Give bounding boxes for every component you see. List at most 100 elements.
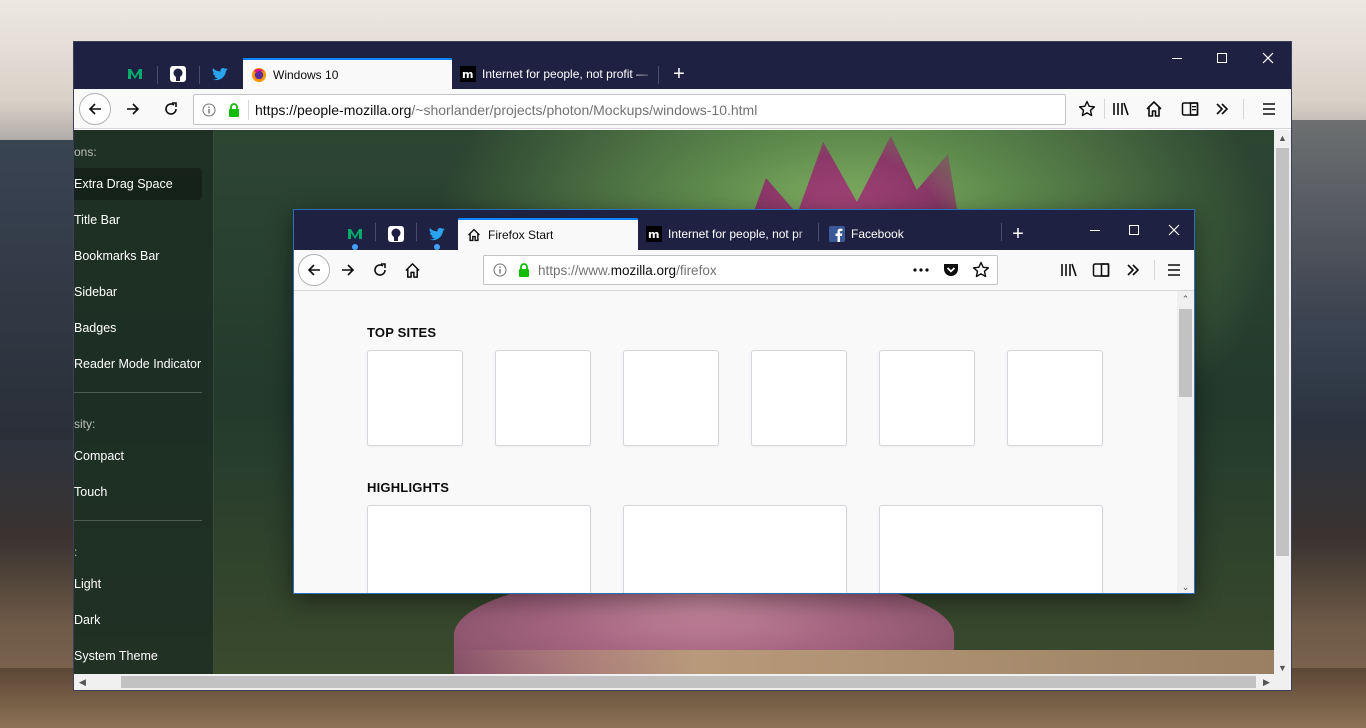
close-icon xyxy=(1168,224,1180,236)
theme-system[interactable]: System Theme xyxy=(74,640,202,672)
top-site-tile[interactable] xyxy=(623,350,719,446)
horizontal-scrollbar[interactable]: ◀ ▶ xyxy=(74,674,1291,690)
hamburger-menu-icon xyxy=(1263,103,1275,115)
options-heading: ons: xyxy=(74,145,97,159)
option-reader-mode-indicator[interactable]: Reader Mode Indicator xyxy=(74,348,202,380)
star-icon[interactable] xyxy=(972,261,990,282)
close-button[interactable] xyxy=(1245,42,1291,74)
tab-windows-10[interactable]: Windows 10 xyxy=(243,58,452,90)
medium-icon xyxy=(128,69,142,79)
vertical-scrollbar[interactable]: ▲ ▼ xyxy=(1274,130,1291,676)
scroll-up-icon[interactable]: ⌃ xyxy=(1177,291,1194,307)
scroll-right-icon[interactable]: ▶ xyxy=(1258,674,1275,690)
github-icon xyxy=(170,66,186,82)
highlight-card[interactable] xyxy=(623,505,847,593)
mockup-close-button[interactable] xyxy=(1151,214,1194,246)
mockup-back-button[interactable] xyxy=(298,254,330,286)
mozilla-icon: m xyxy=(646,226,662,242)
tab-strip: Windows 10 m Internet for people, not pr… xyxy=(74,42,1291,90)
mockup-forward-button[interactable] xyxy=(332,254,364,286)
home-icon xyxy=(404,262,420,278)
reload-button[interactable] xyxy=(155,93,187,125)
mockup-overflow-button[interactable] xyxy=(1117,254,1149,286)
sidebar-toggle-button[interactable] xyxy=(1174,93,1206,125)
maximize-button[interactable] xyxy=(1199,42,1245,74)
scrollbar-thumb[interactable] xyxy=(1276,148,1289,556)
option-title-bar[interactable]: Title Bar xyxy=(74,204,202,236)
mockup-library-button[interactable] xyxy=(1053,254,1085,286)
theme-dark[interactable]: Dark xyxy=(74,604,202,636)
pinned-tab-github[interactable] xyxy=(159,58,197,90)
back-arrow-icon xyxy=(307,264,320,276)
scroll-left-icon[interactable]: ◀ xyxy=(74,674,91,690)
tab-title: Firefox Start xyxy=(488,228,554,242)
scrollbar-thumb[interactable] xyxy=(121,676,1256,688)
maximize-icon xyxy=(1217,53,1227,63)
page-actions-icon[interactable] xyxy=(912,262,930,281)
option-badges[interactable]: Badges xyxy=(74,312,202,344)
url-bar[interactable]: https://people-mozilla.org/~shorlander/p… xyxy=(193,94,1066,125)
twitter-icon xyxy=(212,67,228,80)
menu-button[interactable] xyxy=(1253,93,1285,125)
tab-mozilla[interactable]: m Internet for people, not profit — xyxy=(452,58,658,90)
scrollbar-thumb[interactable] xyxy=(1179,309,1192,397)
mockup-url-bar[interactable]: https://www.mozilla.org/firefox xyxy=(483,255,998,285)
overflow-button[interactable] xyxy=(1206,93,1238,125)
pinned-tab-twitter[interactable] xyxy=(201,58,239,90)
new-tab-button[interactable]: + xyxy=(661,58,697,90)
bookmark-star-button[interactable] xyxy=(1071,93,1103,125)
mockup-sidebar-toggle-button[interactable] xyxy=(1085,254,1117,286)
top-sites-heading: TOP SITES xyxy=(367,325,437,340)
info-icon[interactable] xyxy=(194,103,224,117)
option-bookmarks-bar[interactable]: Bookmarks Bar xyxy=(74,240,202,272)
top-site-tile[interactable] xyxy=(879,350,975,446)
top-site-tile[interactable] xyxy=(367,350,463,446)
top-site-tile[interactable] xyxy=(1007,350,1103,446)
density-touch[interactable]: Touch xyxy=(74,476,202,508)
reload-icon xyxy=(374,263,386,276)
mockup-new-tab-button[interactable]: + xyxy=(1000,218,1036,250)
forward-button[interactable] xyxy=(117,93,149,125)
density-compact[interactable]: Compact xyxy=(74,440,202,472)
top-site-tile[interactable] xyxy=(495,350,591,446)
background-photo-sand xyxy=(454,650,1274,676)
sidebar-icon xyxy=(1092,263,1110,277)
pinned-tab-medium[interactable] xyxy=(116,58,154,90)
mockup-pinned-tab-medium[interactable] xyxy=(336,218,374,250)
minimize-icon xyxy=(1090,229,1100,231)
mockup-pinned-tab-twitter[interactable] xyxy=(418,218,456,250)
forward-arrow-icon xyxy=(127,103,140,115)
top-site-tile[interactable] xyxy=(751,350,847,446)
scroll-down-icon[interactable]: ⌄ xyxy=(1177,579,1194,593)
mockup-reload-button[interactable] xyxy=(364,254,396,286)
mockup-menu-button[interactable] xyxy=(1158,254,1190,286)
minimize-icon xyxy=(1172,57,1182,59)
theme-light[interactable]: Light xyxy=(74,568,202,600)
scroll-up-icon[interactable]: ▲ xyxy=(1274,130,1291,146)
mockup-pinned-tab-github[interactable] xyxy=(377,218,415,250)
mockup-navigation-toolbar: https://www.mozilla.org/firefox xyxy=(294,250,1194,291)
mockup-tab-mozilla[interactable]: m Internet for people, not pr xyxy=(638,218,818,250)
home-button[interactable] xyxy=(1138,93,1170,125)
minimize-button[interactable] xyxy=(1154,42,1200,74)
info-icon[interactable] xyxy=(484,263,516,277)
pocket-icon[interactable] xyxy=(942,261,960,282)
chevron-double-right-icon xyxy=(1216,103,1229,115)
mozilla-icon: m xyxy=(460,66,476,82)
library-button[interactable] xyxy=(1105,93,1137,125)
mockup-tab-firefox-start[interactable]: Firefox Start xyxy=(458,218,638,250)
option-extra-drag-space[interactable]: Extra Drag Space xyxy=(74,168,202,200)
url-path: /firefox xyxy=(676,262,717,278)
hamburger-menu-icon xyxy=(1168,264,1180,276)
svg-text:m: m xyxy=(462,68,473,81)
mockup-home-button[interactable] xyxy=(396,254,428,286)
mockup-tab-facebook[interactable]: Facebook xyxy=(821,218,1001,250)
new-tab-page: TOP SITES HIGHLIGHTS xyxy=(294,291,1178,593)
option-sidebar[interactable]: Sidebar xyxy=(74,276,202,308)
highlight-card[interactable] xyxy=(879,505,1103,593)
home-icon xyxy=(1146,101,1162,117)
back-button[interactable] xyxy=(79,93,111,125)
star-icon xyxy=(1078,100,1096,117)
mockup-vertical-scrollbar[interactable]: ⌃ ⌄ xyxy=(1177,291,1194,593)
highlight-card[interactable] xyxy=(367,505,591,593)
